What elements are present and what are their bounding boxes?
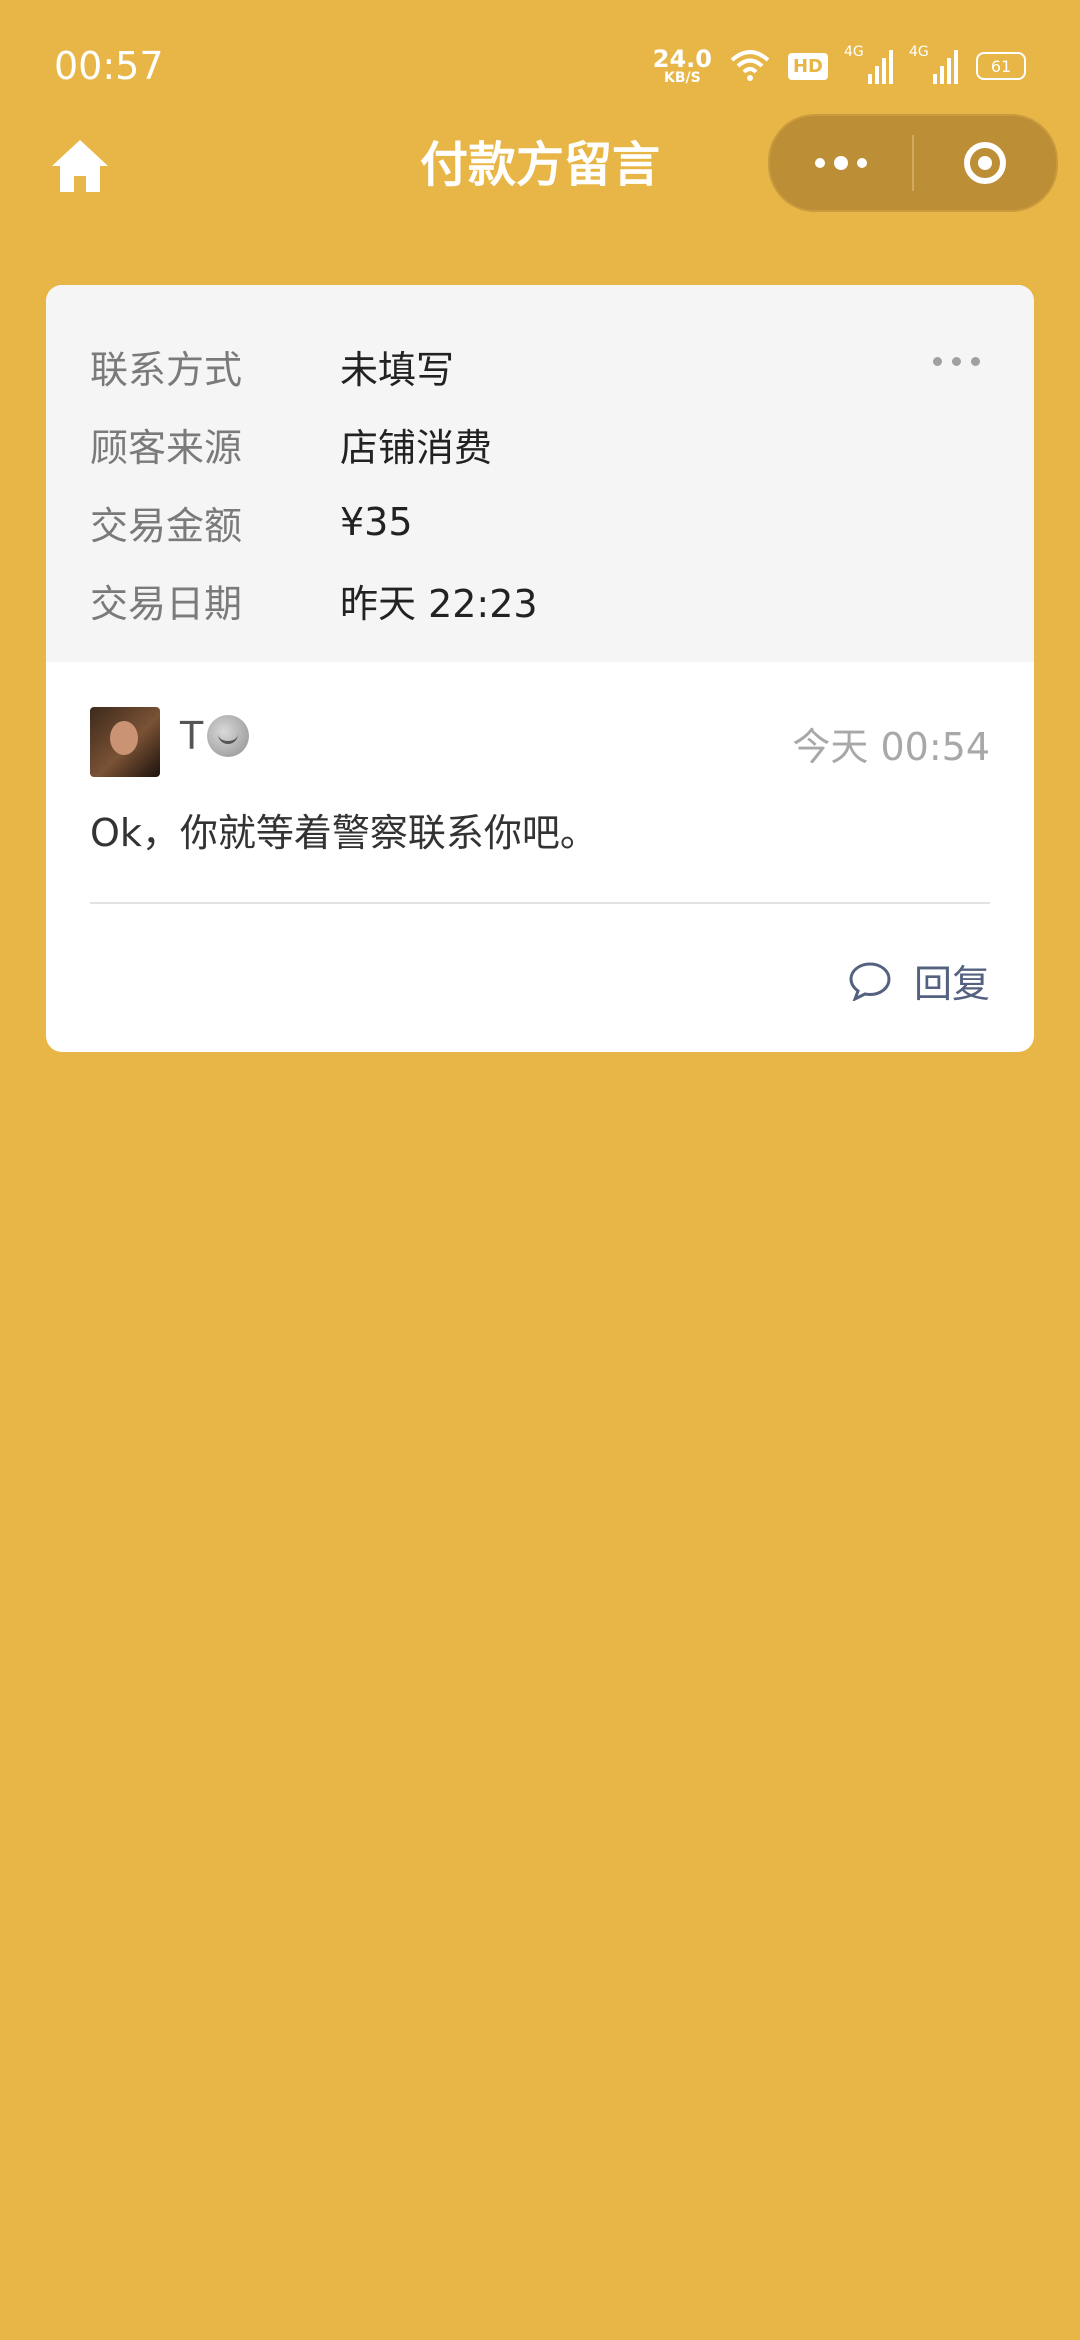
network-speed-unit: KB/S	[664, 70, 701, 86]
info-label: 交易日期	[90, 581, 243, 626]
home-icon[interactable]	[48, 134, 112, 198]
message-header: T 今天 00:54	[46, 662, 1034, 777]
info-label: 顾客来源	[90, 425, 243, 470]
more-button[interactable]	[770, 116, 912, 210]
comment-icon	[849, 961, 891, 1001]
wifi-icon	[730, 50, 770, 81]
status-icons: 24.0 KB/S HD 4G 4G 61	[653, 44, 1026, 88]
network-speed-value: 24.0	[652, 45, 712, 73]
info-row-amount: 交易金额 ¥35	[46, 483, 1034, 561]
status-bar: 00:57 24.0 KB/S HD 4G 4G 61	[0, 0, 1080, 130]
moon-emoji-icon	[207, 715, 250, 757]
user-name: T	[180, 714, 204, 758]
reply-button[interactable]: 回复	[848, 953, 990, 1008]
transaction-info: 联系方式 未填写 顾客来源 店铺消费 交易金额 ¥35 交易日期 昨天 22:2…	[46, 285, 1034, 662]
hd-badge: HD	[787, 52, 828, 80]
signal-tag: 4G	[844, 44, 864, 60]
message-time: 今天 00:54	[792, 725, 990, 769]
more-options-icon[interactable]	[933, 357, 980, 366]
info-row-source: 顾客来源 店铺消费	[46, 405, 1034, 483]
more-dots-icon	[815, 158, 825, 168]
nav-bar: 付款方留言	[0, 114, 1080, 250]
signal-tag: 4G	[909, 44, 929, 60]
avatar	[90, 707, 160, 777]
close-button[interactable]	[914, 116, 1056, 210]
message-user: T	[180, 714, 250, 758]
battery-level: 61	[990, 56, 1012, 76]
status-time: 00:57	[54, 44, 164, 88]
record-circle-icon	[964, 142, 1006, 184]
network-speed: 24.0 KB/S	[653, 47, 712, 85]
info-row-contact: 联系方式 未填写	[46, 327, 1034, 405]
message-card: 联系方式 未填写 顾客来源 店铺消费 交易金额 ¥35 交易日期 昨天 22:2…	[46, 285, 1034, 1052]
info-label: 交易金额	[90, 503, 243, 548]
info-value: ¥35	[340, 500, 413, 544]
reply-label: 回复	[913, 962, 990, 1006]
divider	[90, 902, 990, 904]
info-value: 未填写	[340, 347, 455, 392]
info-row-date: 交易日期 昨天 22:23	[46, 561, 1034, 639]
info-value: 昨天 22:23	[340, 581, 538, 626]
capsule-divider	[912, 135, 914, 191]
mini-program-capsule	[768, 114, 1058, 212]
message-text: Ok，你就等着警察联系你吧。	[90, 811, 598, 855]
signal-strength-icon: 4G	[909, 44, 958, 84]
info-label: 联系方式	[90, 347, 243, 392]
battery-icon: 61	[976, 52, 1026, 80]
signal-strength-icon: 4G	[844, 44, 893, 84]
info-value: 店铺消费	[340, 425, 493, 470]
